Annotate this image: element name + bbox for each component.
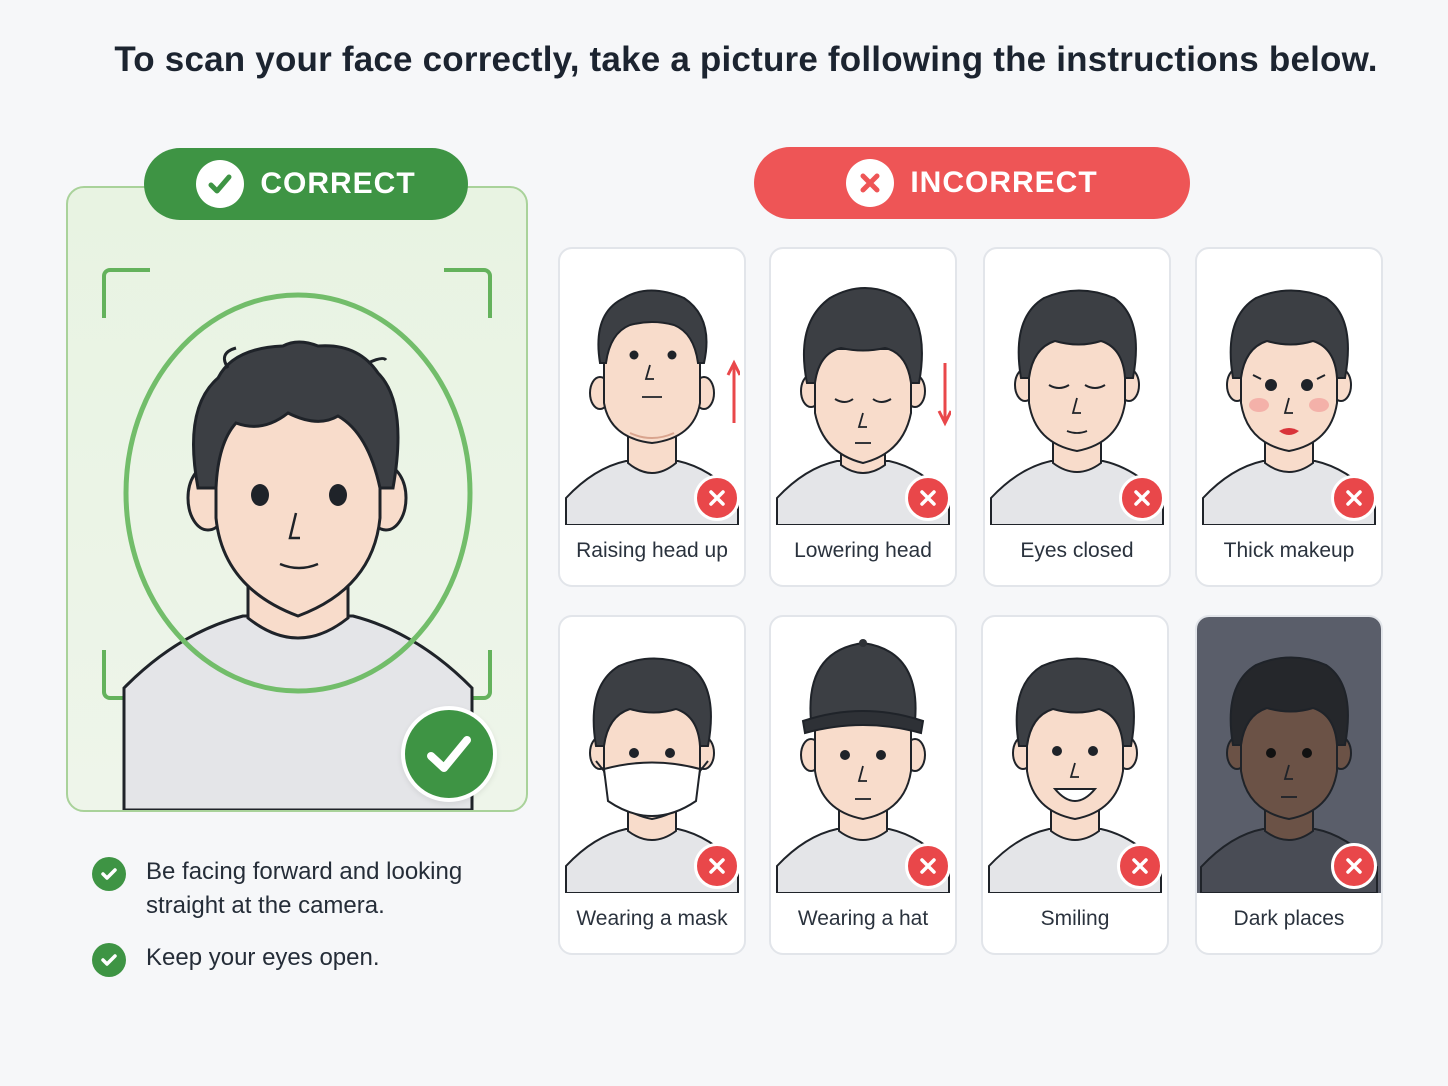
correct-label: CORRECT bbox=[260, 167, 416, 200]
x-icon bbox=[1331, 475, 1377, 521]
x-icon bbox=[1119, 475, 1165, 521]
card-label: Wearing a mask bbox=[576, 907, 728, 930]
x-icon bbox=[1117, 843, 1163, 889]
instruction-item: Be facing forward and looking straight a… bbox=[92, 855, 486, 923]
card-label: Eyes closed bbox=[1020, 539, 1134, 562]
card-label: Lowering head bbox=[794, 539, 932, 562]
correct-example-panel bbox=[66, 186, 528, 812]
check-icon bbox=[92, 857, 126, 891]
incorrect-card-eyes-closed: Eyes closed bbox=[983, 247, 1171, 587]
check-icon bbox=[196, 160, 245, 208]
incorrect-card-lowering-head: Lowering head bbox=[769, 247, 957, 587]
card-label: Dark places bbox=[1233, 907, 1345, 930]
x-icon bbox=[905, 475, 951, 521]
incorrect-card-raising-head: Raising head up bbox=[558, 247, 746, 587]
card-label: Smiling bbox=[1040, 907, 1110, 930]
x-icon bbox=[1331, 843, 1377, 889]
incorrect-badge: INCORRECT bbox=[754, 147, 1190, 219]
incorrect-card-thick-makeup: Thick makeup bbox=[1195, 247, 1383, 587]
check-icon bbox=[401, 706, 497, 802]
check-icon bbox=[92, 943, 126, 977]
x-icon bbox=[846, 159, 895, 207]
x-icon bbox=[694, 843, 740, 889]
card-label: Wearing a hat bbox=[797, 907, 929, 930]
card-label: Thick makeup bbox=[1223, 539, 1355, 562]
page-title: To scan your face correctly, take a pict… bbox=[114, 40, 1378, 79]
card-label: Raising head up bbox=[576, 539, 728, 562]
x-icon bbox=[905, 843, 951, 889]
incorrect-card-wearing-hat: Wearing a hat bbox=[769, 615, 957, 955]
instruction-item: Keep your eyes open. bbox=[92, 941, 380, 977]
x-icon bbox=[694, 475, 740, 521]
incorrect-card-dark-places: Dark places bbox=[1195, 615, 1383, 955]
incorrect-card-wearing-mask: Wearing a mask bbox=[558, 615, 746, 955]
correct-badge: CORRECT bbox=[144, 148, 468, 220]
incorrect-card-smiling: Smiling bbox=[981, 615, 1169, 955]
incorrect-label: INCORRECT bbox=[910, 166, 1098, 199]
instruction-text: Keep your eyes open. bbox=[146, 944, 380, 971]
instruction-text: Be facing forward and looking straight a… bbox=[146, 858, 463, 919]
